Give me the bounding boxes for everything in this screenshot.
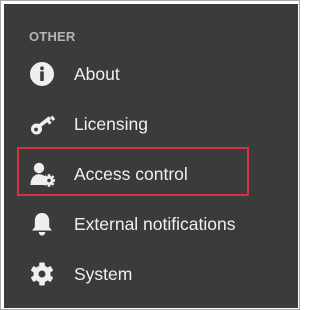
sidebar-item-access-control[interactable]: Access control bbox=[4, 154, 298, 194]
sidebar-item-external-notifications[interactable]: External notifications bbox=[4, 204, 298, 244]
bell-icon bbox=[29, 211, 55, 237]
screenshot-frame: OTHER About Licensing Access control Ext… bbox=[0, 0, 300, 310]
key-icon bbox=[29, 111, 55, 137]
sidebar-item-system[interactable]: System bbox=[4, 254, 298, 294]
sidebar-item-about[interactable]: About bbox=[4, 54, 298, 94]
sidebar-item-label: External notifications bbox=[74, 214, 236, 234]
sidebar-item-licensing[interactable]: Licensing bbox=[4, 104, 298, 144]
sidebar-item-label: About bbox=[74, 64, 120, 84]
sidebar-item-label: Access control bbox=[74, 164, 188, 184]
user-gear-icon bbox=[29, 161, 55, 187]
sidebar-item-label: System bbox=[74, 264, 133, 284]
sidebar-panel: OTHER About Licensing Access control Ext… bbox=[4, 4, 298, 308]
gear-icon bbox=[29, 261, 55, 287]
sidebar-item-label: Licensing bbox=[74, 114, 148, 134]
info-icon bbox=[29, 61, 55, 87]
section-title-other: OTHER bbox=[29, 29, 76, 44]
